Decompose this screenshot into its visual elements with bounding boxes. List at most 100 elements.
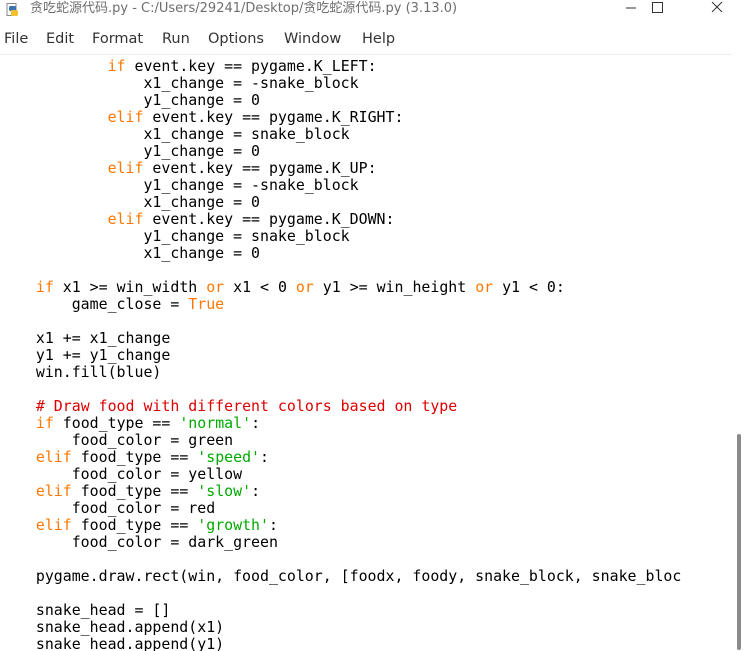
- code-line[interactable]: snake_head = []: [0, 602, 681, 619]
- code-line[interactable]: y1_change = 0: [0, 143, 681, 160]
- code-line[interactable]: pygame.draw.rect(win, food_color, [foodx…: [0, 568, 681, 585]
- menu-run[interactable]: Run: [162, 30, 190, 48]
- code-line[interactable]: elif event.key == pygame.K_DOWN:: [0, 211, 681, 228]
- code-token: food_type ==: [71, 516, 198, 534]
- maximize-button[interactable]: [634, 0, 680, 20]
- code-token: or: [475, 278, 494, 296]
- code-token: y1_change = 0: [0, 142, 260, 160]
- code-line[interactable]: [0, 381, 681, 398]
- close-button[interactable]: [694, 0, 740, 20]
- code-line[interactable]: x1_change = 0: [0, 194, 681, 211]
- code-token: food_color = green: [0, 431, 234, 449]
- code-token: y1 < 0:: [493, 278, 565, 296]
- code-token: if: [35, 414, 54, 432]
- code-line[interactable]: snake_head.append(y1): [0, 636, 681, 651]
- code-token: :: [251, 482, 261, 500]
- code-token: food_type ==: [71, 448, 198, 466]
- code-line[interactable]: win.fill(blue): [0, 364, 681, 381]
- code-line[interactable]: [0, 551, 681, 568]
- code-line[interactable]: food_color = dark_green: [0, 534, 681, 551]
- code-line[interactable]: elif food_type == 'speed':: [0, 449, 681, 466]
- title-bar[interactable]: 贪吃蛇源代码.py - C:/Users/29241/Desktop/贪吃蛇源代…: [0, 0, 746, 20]
- code-line[interactable]: y1 += y1_change: [0, 347, 681, 364]
- code-token: elif: [35, 516, 72, 534]
- code-editor[interactable]: if event.key == pygame.K_LEFT: x1_change…: [0, 54, 732, 651]
- code-line[interactable]: x1_change = snake_block: [0, 126, 681, 143]
- code-line[interactable]: y1_change = -snake_block: [0, 177, 681, 194]
- code-token: food_type ==: [53, 414, 180, 432]
- code-token: y1_change = 0: [0, 91, 260, 109]
- code-line[interactable]: [0, 262, 681, 279]
- code-token: event.key == pygame.K_UP:: [143, 159, 377, 177]
- code-token: 'growth': [197, 516, 269, 534]
- window-title: 贪吃蛇源代码.py - C:/Users/29241/Desktop/贪吃蛇源代…: [30, 1, 458, 16]
- code-token: x1_change = 0: [0, 244, 260, 262]
- menu-edit[interactable]: Edit: [46, 30, 74, 48]
- code-token: win.fill(blue): [0, 363, 162, 381]
- code-token: elif: [35, 482, 72, 500]
- code-line[interactable]: [0, 313, 681, 330]
- code-token: y1_change = snake_block: [0, 227, 350, 245]
- code-text[interactable]: if event.key == pygame.K_LEFT: x1_change…: [0, 58, 681, 651]
- code-token: if: [35, 278, 54, 296]
- code-token: or: [206, 278, 225, 296]
- code-line[interactable]: elif event.key == pygame.K_UP:: [0, 160, 681, 177]
- code-line[interactable]: # Draw food with different colors based …: [0, 398, 681, 415]
- code-line[interactable]: y1_change = snake_block: [0, 228, 681, 245]
- code-token: x1_change = -snake_block: [0, 74, 359, 92]
- code-token: event.key == pygame.K_RIGHT:: [143, 108, 404, 126]
- code-line[interactable]: elif food_type == 'slow':: [0, 483, 681, 500]
- code-token: or: [295, 278, 314, 296]
- code-token: game_close =: [0, 295, 189, 313]
- code-token: elif: [107, 210, 144, 228]
- code-token: pygame.draw.rect(win, food_color, [foodx…: [0, 567, 682, 585]
- menu-help[interactable]: Help: [362, 30, 395, 48]
- close-icon: [711, 1, 723, 13]
- scrollbar-thumb[interactable]: [737, 434, 741, 650]
- code-token: snake_head.append(y1): [0, 635, 225, 651]
- code-token: event.key == pygame.K_DOWN:: [143, 210, 395, 228]
- menu-format[interactable]: Format: [92, 30, 143, 48]
- vertical-scrollbar[interactable]: [732, 54, 746, 650]
- code-line[interactable]: x1 += x1_change: [0, 330, 681, 347]
- code-line[interactable]: food_color = red: [0, 500, 681, 517]
- code-token: x1 < 0: [224, 278, 296, 296]
- code-token: food_color = dark_green: [0, 533, 278, 551]
- code-line[interactable]: x1_change = 0: [0, 245, 681, 262]
- code-line[interactable]: elif event.key == pygame.K_RIGHT:: [0, 109, 681, 126]
- code-token: True: [188, 295, 225, 313]
- code-token: elif: [107, 159, 144, 177]
- code-line[interactable]: game_close = True: [0, 296, 681, 313]
- code-token: x1 += x1_change: [0, 329, 171, 347]
- menu-bar: File Edit Format Run Options Window Help: [0, 28, 746, 50]
- code-line[interactable]: y1_change = 0: [0, 92, 681, 109]
- code-line[interactable]: [0, 585, 681, 602]
- code-line[interactable]: food_color = yellow: [0, 466, 681, 483]
- code-line[interactable]: elif food_type == 'growth':: [0, 517, 681, 534]
- code-token: :: [260, 448, 269, 466]
- code-token: y1 >= win_height: [313, 278, 476, 296]
- code-token: snake_head = []: [0, 601, 171, 619]
- code-line[interactable]: food_color = green: [0, 432, 681, 449]
- menu-options[interactable]: Options: [208, 30, 264, 48]
- code-line[interactable]: if food_type == 'normal':: [0, 415, 681, 432]
- code-line[interactable]: snake_head.append(x1): [0, 619, 681, 636]
- code-token: x1_change = snake_block: [0, 125, 350, 143]
- menu-file[interactable]: File: [4, 30, 28, 48]
- code-line[interactable]: if event.key == pygame.K_LEFT:: [0, 58, 681, 75]
- code-line[interactable]: if x1 >= win_width or x1 < 0 or y1 >= wi…: [0, 279, 681, 296]
- code-line[interactable]: x1_change = -snake_block: [0, 75, 681, 92]
- code-token: # Draw food with different colors based …: [35, 397, 458, 415]
- menu-window[interactable]: Window: [284, 30, 341, 48]
- code-token: y1_change = -snake_block: [0, 176, 359, 194]
- code-token: 'slow': [197, 482, 252, 500]
- code-token: x1 >= win_width: [53, 278, 207, 296]
